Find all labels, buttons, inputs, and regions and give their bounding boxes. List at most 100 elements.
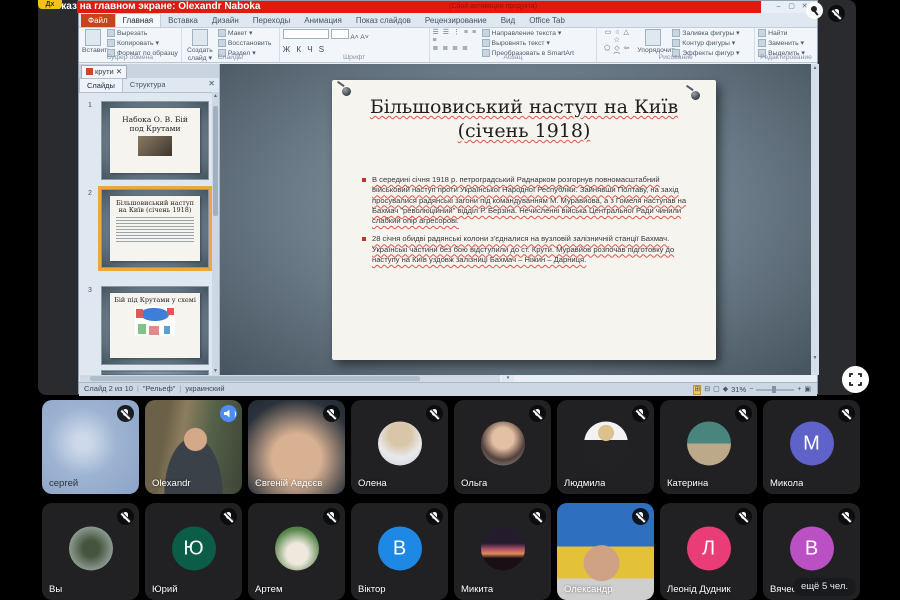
copy-button[interactable]: Копировать ▾ (107, 39, 178, 48)
participant-tile[interactable]: сергей (42, 400, 139, 494)
panel-close-icon[interactable]: ✕ (208, 79, 215, 88)
shape-outline-icon (672, 39, 680, 47)
avatar-initial: Л (687, 526, 731, 570)
slide-thumbnail-2[interactable]: 2 Більшовиський наступ на Київ (січень 1… (101, 189, 209, 268)
align-text-button[interactable]: Выровнять текст ▾ (482, 39, 594, 48)
tab-file[interactable]: Файл (81, 14, 115, 27)
replace-icon (758, 39, 766, 47)
mic-off-icon (117, 508, 134, 525)
panel-tab-bar: Слайды Структура (79, 78, 219, 93)
participant-tile[interactable]: Олена (351, 400, 448, 494)
scrollbar-dropdown[interactable]: ▾ (502, 375, 514, 382)
panel-scrollbar[interactable]: ▲▼ (212, 92, 219, 375)
tab-transitions[interactable]: Переходы (246, 14, 298, 27)
mic-off-icon (323, 405, 340, 422)
zoom-in-button[interactable]: + (797, 384, 801, 396)
shared-screen-tile[interactable]: (Сбой активации продукта) ‒▢✕ Файл Главн… (38, 0, 856, 395)
grow-font-button[interactable]: A˄ (350, 34, 359, 41)
status-bar: Слайд 2 из 10|"Рельеф"|украинский ⊞ ⊟ ▢ … (79, 382, 817, 396)
participant-tile[interactable]: Вы (42, 503, 139, 600)
tab-slideshow[interactable]: Показ слайдов (349, 14, 418, 27)
layout-button[interactable]: Макет ▾ (218, 29, 276, 38)
participant-tile[interactable]: Микита (454, 503, 551, 600)
participant-tile[interactable]: Ольга (454, 400, 551, 494)
tab-insert[interactable]: Вставка (161, 14, 205, 27)
paste-button[interactable]: Вставить (82, 29, 104, 54)
participant-tile[interactable]: М Микола (763, 400, 860, 494)
mic-off-icon (426, 508, 443, 525)
participant-name: Олена (358, 478, 387, 489)
participant-tile[interactable]: Артем (248, 503, 345, 600)
zoom-slider[interactable] (756, 389, 794, 391)
mic-off-icon (735, 508, 752, 525)
canvas-vertical-scrollbar[interactable]: ▲▼ (811, 64, 819, 375)
mic-off-icon (735, 405, 752, 422)
list-buttons[interactable]: ☰ ☰ ⋮ ≡ ≡ ≡≣ ≣ ≣ ≣ (433, 29, 479, 53)
participant-name: сергей (49, 478, 78, 489)
shrink-font-button[interactable]: A˅ (360, 34, 369, 41)
thumb1-photo (138, 136, 172, 156)
pin-tile-button[interactable] (806, 2, 823, 19)
thumb3-title: Бій під Крутами у схемі (110, 297, 200, 304)
participant-tile[interactable]: Олександр (557, 503, 654, 600)
slideshow-button[interactable]: ◆ (723, 384, 728, 396)
restore-button[interactable]: ▢ (785, 2, 798, 10)
tab-office-tab[interactable]: Office Tab (522, 14, 572, 27)
canvas-horizontal-scrollbar[interactable] (80, 375, 500, 382)
fullscreen-button[interactable] (842, 366, 869, 393)
participant-tile[interactable]: Катерина (660, 400, 757, 494)
slide-thumbnail-3[interactable]: 3 Бій під Крутами у схемі (101, 286, 209, 365)
normal-view-button[interactable]: ⊞ (693, 385, 701, 395)
font-size-box[interactable] (331, 29, 349, 39)
panel-tab-slides[interactable]: Слайды (79, 78, 123, 92)
tab-home[interactable]: Главная (115, 13, 161, 27)
mic-off-icon (529, 508, 546, 525)
participant-tile[interactable]: В Віктор (351, 503, 448, 600)
tab-view[interactable]: Вид (494, 14, 522, 27)
find-button[interactable]: Найти (758, 29, 814, 38)
thumb1-title: Набока О. В. Бій под Крутами (117, 116, 193, 133)
ribbon-tab-bar: Файл Главная Вставка Дизайн Переходы Ани… (79, 13, 817, 28)
text-direction-button[interactable]: Направление текста ▾ (482, 29, 594, 38)
participant-name: Леонід Дудник (667, 584, 731, 595)
shape-outline-button[interactable]: Контур фигуры ▾ (672, 39, 751, 48)
minimize-button[interactable]: ‒ (772, 3, 785, 10)
paste-icon (85, 29, 101, 46)
participant-tile[interactable]: Ю Юрий (145, 503, 242, 600)
zoom-out-button[interactable]: − (749, 384, 753, 396)
thumb2-title: Більшовиський наступ на Київ (січень 191… (110, 200, 200, 215)
document-tab[interactable]: крути ✕ (81, 65, 127, 79)
fit-to-window-button[interactable]: ▣ (804, 384, 811, 396)
powerpoint-file-icon (86, 68, 93, 75)
clipboard-group: Вставить Вырезать Копировать ▾ Формат по… (79, 27, 182, 62)
align-text-icon (482, 39, 490, 47)
drawing-group: ▭ ○ △ ☆⬠ ◇ ⇦ ⌒ Упорядочить Заливка фигур… (597, 27, 755, 62)
participant-tile[interactable]: Л Леонід Дудник (660, 503, 757, 600)
mic-off-icon (220, 508, 237, 525)
slide-bullet: 28 січня обидві радянські колони з'єднал… (362, 234, 690, 265)
expand-icon (849, 373, 862, 386)
avatar (584, 421, 628, 465)
replace-button[interactable]: Заменить ▾ (758, 39, 814, 48)
shape-fill-button[interactable]: Заливка фигуры ▾ (672, 29, 751, 38)
sorter-view-button[interactable]: ⊟ (704, 384, 710, 396)
participant-tile[interactable]: В Вячес ещё 5 чел. (763, 503, 860, 600)
panel-tab-outline[interactable]: Структура (123, 78, 173, 92)
cut-button[interactable]: Вырезать (107, 29, 178, 38)
participant-tile[interactable]: Євгеній Авдєєв (248, 400, 345, 494)
reading-view-button[interactable]: ▢ (713, 384, 720, 396)
tab-design[interactable]: Дизайн (205, 14, 246, 27)
participant-name: Вы (49, 584, 62, 595)
overflow-count-pill[interactable]: ещё 5 чел. (793, 578, 856, 596)
tab-review[interactable]: Рецензирование (418, 14, 494, 27)
reset-button[interactable]: Восстановить (218, 39, 276, 48)
status-language[interactable]: украинский (185, 384, 224, 393)
participant-tile[interactable]: Olexandr (145, 400, 242, 494)
font-name-box[interactable] (283, 29, 329, 39)
slide-thumbnail-1[interactable]: 1 Набока О. В. Бій под Крутами (101, 101, 209, 180)
participant-tile[interactable]: Людмила (557, 400, 654, 494)
font-style-buttons[interactable]: Ж К Ч S (283, 45, 426, 54)
slide-canvas: Більшовиський наступ на Київ (січень 191… (220, 64, 811, 375)
arrange-button[interactable]: Упорядочить (637, 29, 669, 54)
tab-animations[interactable]: Анимация (297, 14, 349, 27)
